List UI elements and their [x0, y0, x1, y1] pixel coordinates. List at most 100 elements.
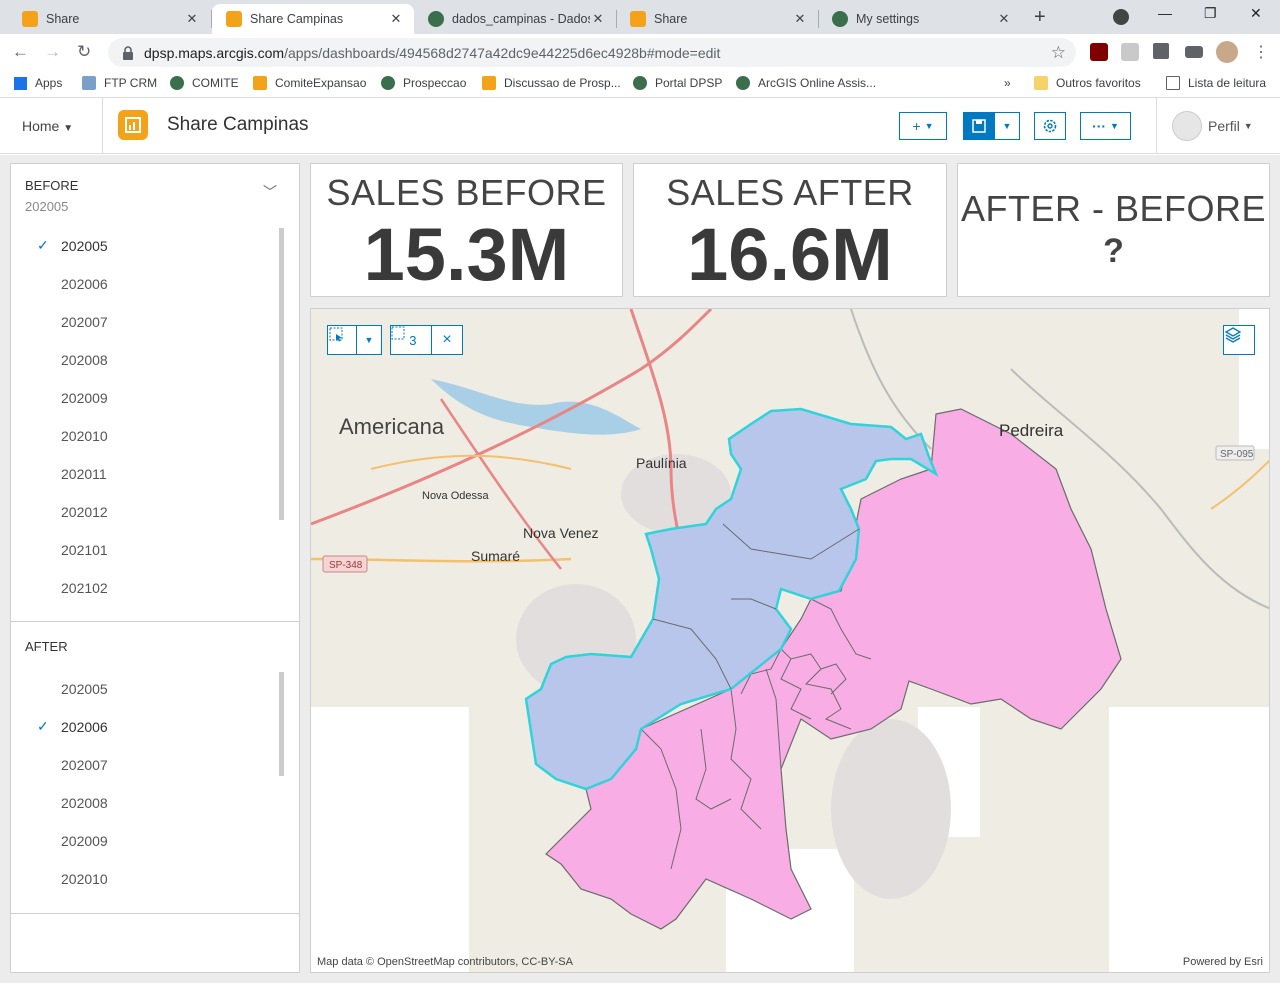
after-selector-label: AFTER — [25, 639, 68, 654]
chevron-down-icon[interactable]: ﹀ — [263, 182, 277, 202]
reading-list-button[interactable]: Lista de leitura — [1166, 76, 1266, 90]
close-tab-icon[interactable]: ✕ — [996, 11, 1012, 27]
bookmark-apps[interactable]: Apps — [14, 76, 62, 90]
selection-count-button[interactable]: 3 — [390, 325, 432, 355]
bookmark-item[interactable]: Discussao de Prosp... — [482, 76, 621, 90]
selector-option[interactable]: 202102 — [61, 580, 108, 596]
ublock-extension-icon[interactable] — [1090, 43, 1108, 61]
save-button[interactable] — [963, 112, 995, 140]
indicator-value: 16.6M — [687, 213, 893, 296]
close-tab-icon[interactable]: ✕ — [590, 11, 606, 27]
after-minus-before-indicator: AFTER - BEFORE ? — [957, 163, 1270, 297]
home-label: Home — [22, 118, 60, 134]
more-options-button[interactable]: ··· ▼ — [1080, 112, 1131, 140]
media-control-icon[interactable] — [1185, 46, 1203, 58]
bookmark-star-icon[interactable]: ☆ — [1051, 43, 1066, 63]
selector-option[interactable]: 202005 — [61, 238, 108, 254]
selector-option[interactable]: 202007 — [61, 314, 108, 330]
bookmark-item[interactable]: COMITE — [170, 76, 239, 90]
browser-tab-active[interactable]: Share Campinas ✕ — [212, 4, 414, 34]
close-tab-icon[interactable]: ✕ — [792, 11, 808, 27]
dashboard-header: Home ▼ Share Campinas + ▼ ▼ ··· ▼ Perfil… — [0, 98, 1280, 154]
map-label-nova-venez: Nova Venez — [523, 525, 599, 541]
reading-list-icon — [1166, 76, 1180, 90]
selection-icon — [391, 326, 405, 340]
bookmark-item[interactable]: FTP CRM — [82, 76, 157, 90]
add-label: + — [912, 118, 921, 134]
browser-toolbar: ← → ↻ dpsp.maps.arcgis.com/apps/dashboar… — [0, 34, 1280, 70]
extensions-puzzle-icon[interactable] — [1153, 43, 1169, 59]
after-scrollbar[interactable] — [279, 672, 284, 776]
save-options-dropdown[interactable]: ▼ — [994, 112, 1020, 140]
select-by-rectangle-button[interactable] — [327, 325, 357, 355]
selector-panel: BEFORE 202005 ﹀ 202005 ✓ 202006 202007 20200… — [10, 163, 300, 973]
selector-option[interactable]: 202012 — [61, 504, 108, 520]
restore-button[interactable]: ❐ — [1204, 5, 1217, 22]
indicator-title: SALES AFTER — [666, 172, 914, 213]
ftp-icon — [82, 76, 96, 90]
selector-option[interactable]: 202005 — [61, 681, 108, 697]
close-tab-icon[interactable]: ✕ — [184, 11, 200, 27]
browser-tab[interactable]: dados_campinas - Dados ✕ — [414, 4, 616, 34]
add-element-button[interactable]: + ▼ — [899, 112, 947, 140]
minimize-button[interactable]: — — [1158, 5, 1172, 21]
caret-down-icon: ▼ — [1002, 121, 1012, 131]
selector-option[interactable]: 202006 — [61, 276, 108, 292]
caret-down-icon: ▼ — [1243, 121, 1253, 131]
selector-option[interactable]: 202101 — [61, 542, 108, 558]
caret-down-icon: ▼ — [63, 123, 74, 134]
select-tool-dropdown[interactable]: ▼ — [356, 325, 382, 355]
tab-search-icon[interactable] — [1113, 9, 1129, 25]
browser-menu-icon[interactable]: ⋮ — [1253, 42, 1269, 62]
selector-option[interactable]: 202010 — [61, 428, 108, 444]
close-tab-icon[interactable]: ✕ — [388, 11, 404, 27]
browser-tab[interactable]: Share ✕ — [8, 4, 210, 34]
before-scrollbar[interactable] — [279, 228, 284, 520]
map-label-americana: Americana — [339, 414, 445, 439]
indicator-value: ? — [1103, 232, 1124, 270]
forward-icon[interactable]: → — [44, 42, 61, 62]
browser-tab[interactable]: My settings ✕ — [818, 4, 1022, 34]
map-label-pedreira: Pedreira — [999, 421, 1064, 440]
bookmark-item[interactable]: Portal DPSP — [633, 76, 722, 90]
map-widget[interactable]: Americana Paulínia Pedreira Nova Odessa … — [310, 308, 1270, 973]
url-path: /apps/dashboards/494568d2747a42dc9e44225… — [284, 44, 721, 61]
selector-option[interactable]: 202009 — [61, 390, 108, 406]
close-icon: × — [442, 331, 452, 348]
selector-option[interactable]: 202009 — [61, 833, 108, 849]
back-icon[interactable]: ← — [12, 42, 29, 62]
profile-menu[interactable]: Perfil ▼ — [1172, 111, 1253, 141]
bookmark-item[interactable]: ArcGIS Online Assis... — [736, 76, 876, 90]
user-avatar-icon[interactable] — [1216, 41, 1238, 63]
selector-option[interactable]: 202010 — [61, 871, 108, 887]
bookmark-item[interactable]: ComiteExpansao — [253, 76, 366, 90]
map-canvas[interactable]: Americana Paulínia Pedreira Nova Odessa … — [311, 309, 1270, 973]
bookmarks-more-button[interactable]: » — [1004, 76, 1011, 90]
dashboard-title: Share Campinas — [167, 114, 309, 135]
checkmark-icon: ✓ — [37, 237, 49, 253]
extension-m-icon[interactable] — [1121, 43, 1139, 61]
selector-option[interactable]: 202008 — [61, 352, 108, 368]
map-label-road-sp348: SP-348 — [329, 560, 363, 571]
map-label-sumare: Sumaré — [471, 548, 520, 564]
close-window-button[interactable]: ✕ — [1250, 5, 1262, 22]
layers-button[interactable] — [1223, 325, 1255, 355]
clear-selection-button[interactable]: × — [431, 325, 463, 355]
powered-by-esri[interactable]: Powered by Esri — [1183, 956, 1263, 968]
selector-option[interactable]: 202006 — [61, 719, 108, 735]
other-favorites-folder[interactable]: Outros favoritos — [1034, 76, 1141, 90]
bookmark-label: Portal DPSP — [655, 76, 723, 90]
browser-tab[interactable]: Share ✕ — [616, 4, 818, 34]
reload-icon[interactable]: ↻ — [77, 42, 91, 62]
bookmark-item[interactable]: Prospeccao — [381, 76, 466, 90]
bookmark-label: Outros favoritos — [1056, 76, 1141, 90]
settings-button[interactable] — [1034, 112, 1066, 140]
selector-option[interactable]: 202007 — [61, 757, 108, 773]
selector-option[interactable]: 202011 — [61, 466, 107, 482]
address-bar[interactable]: dpsp.maps.arcgis.com/apps/dashboards/494… — [108, 38, 1076, 67]
new-tab-button[interactable]: + — [1034, 6, 1046, 29]
selector-option[interactable]: 202008 — [61, 795, 108, 811]
home-menu[interactable]: Home ▼ — [22, 118, 73, 134]
browser-tab-title: Share — [654, 12, 688, 26]
before-selector-current: 202005 — [25, 199, 69, 214]
